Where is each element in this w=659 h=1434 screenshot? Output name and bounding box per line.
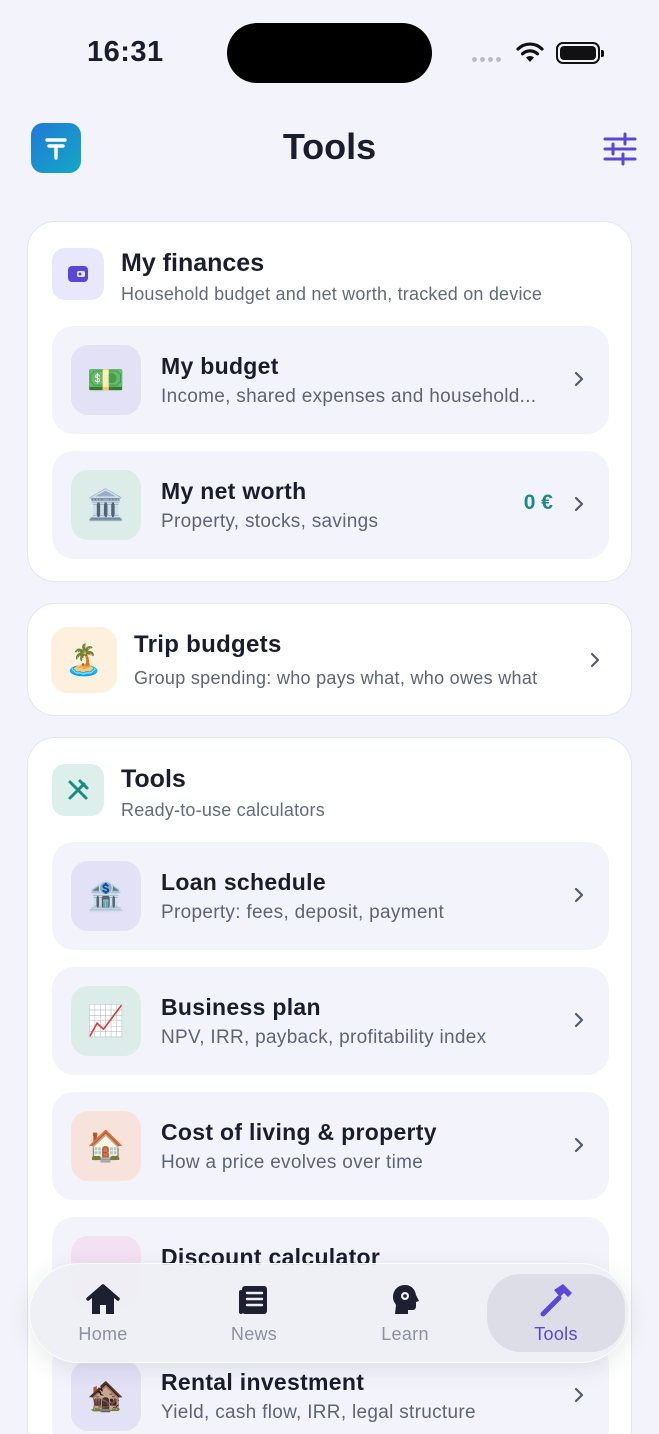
bank-loan-icon: 🏦 xyxy=(71,861,141,931)
sliders-icon[interactable] xyxy=(602,131,638,167)
section-title: Tools xyxy=(121,765,186,793)
news-icon xyxy=(239,1286,267,1314)
chevron-right-icon xyxy=(574,1387,584,1403)
cost-of-living-row[interactable]: 🏠 Cost of living & property How a price … xyxy=(52,1092,609,1200)
rental-house-icon: 🏚️ xyxy=(71,1361,141,1431)
row-subtitle: Group spending: who pays what, who owes … xyxy=(134,668,538,688)
finances-header: My finances Household budget and net wor… xyxy=(52,248,612,308)
chevron-right-icon xyxy=(590,652,600,668)
row-subtitle: Property: fees, deposit, payment xyxy=(161,902,445,923)
cellular-signal-icon xyxy=(472,57,501,62)
status-bar: 16:31 xyxy=(0,0,659,100)
chevron-right-icon xyxy=(574,496,584,512)
finances-card: My finances Household budget and net wor… xyxy=(27,221,632,582)
money-icon: 💵 xyxy=(71,345,141,415)
section-subtitle: Household budget and net worth, tracked … xyxy=(121,284,543,304)
net-worth-value: 0 € xyxy=(523,491,553,514)
row-title: My net worth xyxy=(161,478,307,504)
row-subtitle: Income, shared expenses and household... xyxy=(161,386,537,407)
chevron-right-icon xyxy=(574,1012,584,1028)
budget-row[interactable]: 💵 My budget Income, shared expenses and … xyxy=(52,326,609,434)
house-icon: 🏠 xyxy=(71,1111,141,1181)
wallet-icon xyxy=(52,248,104,300)
bank-icon: 🏛️ xyxy=(71,470,141,540)
tab-news[interactable]: News xyxy=(185,1274,323,1352)
hammer-icon xyxy=(540,1284,572,1317)
chart-up-icon: 📈 xyxy=(71,986,141,1056)
row-title: Rental investment xyxy=(161,1369,365,1395)
battery-icon xyxy=(556,42,604,64)
tab-learn[interactable]: Learn xyxy=(336,1274,474,1352)
row-title: Trip budgets xyxy=(134,631,282,658)
home-icon xyxy=(86,1284,120,1314)
tools-icon xyxy=(52,764,104,816)
tab-bar: Home News Learn Tools xyxy=(29,1263,630,1363)
chevron-right-icon xyxy=(574,371,584,387)
tab-label: Home xyxy=(78,1324,128,1344)
chevron-right-icon xyxy=(574,1137,584,1153)
row-subtitle: NPV, IRR, payback, profitability index xyxy=(161,1027,487,1048)
wifi-icon xyxy=(516,42,544,62)
row-title: Loan schedule xyxy=(161,869,326,895)
tab-label: Learn xyxy=(381,1324,429,1344)
section-subtitle: Ready-to-use calculators xyxy=(121,800,325,820)
row-subtitle: How a price evolves over time xyxy=(161,1152,424,1173)
net-worth-row[interactable]: 🏛️ My net worth Property, stocks, saving… xyxy=(52,451,609,559)
tab-label: Tools xyxy=(534,1324,578,1344)
row-title: My budget xyxy=(161,353,279,379)
tab-label: News xyxy=(230,1324,278,1344)
tools-header: Tools Ready-to-use calculators xyxy=(52,764,612,824)
tab-tools[interactable]: Tools xyxy=(487,1274,625,1352)
row-title: Business plan xyxy=(161,994,321,1020)
chevron-right-icon xyxy=(574,887,584,903)
tab-home[interactable]: Home xyxy=(34,1274,172,1352)
brain-icon xyxy=(393,1285,419,1314)
business-plan-row[interactable]: 📈 Business plan NPV, IRR, payback, profi… xyxy=(52,967,609,1075)
row-title: Cost of living & property xyxy=(161,1119,437,1145)
dynamic-island xyxy=(227,23,432,83)
island-icon: 🏝️ xyxy=(51,627,117,693)
loan-schedule-row[interactable]: 🏦 Loan schedule Property: fees, deposit,… xyxy=(52,842,609,950)
status-time: 16:31 xyxy=(87,36,164,68)
page-title: Tools xyxy=(282,126,377,167)
section-title: My finances xyxy=(121,249,265,277)
row-subtitle: Property, stocks, savings xyxy=(161,511,379,532)
trip-budgets-card[interactable]: 🏝️ Trip budgets Group spending: who pays… xyxy=(27,603,632,716)
row-subtitle: Yield, cash flow, IRR, legal structure xyxy=(161,1402,476,1423)
